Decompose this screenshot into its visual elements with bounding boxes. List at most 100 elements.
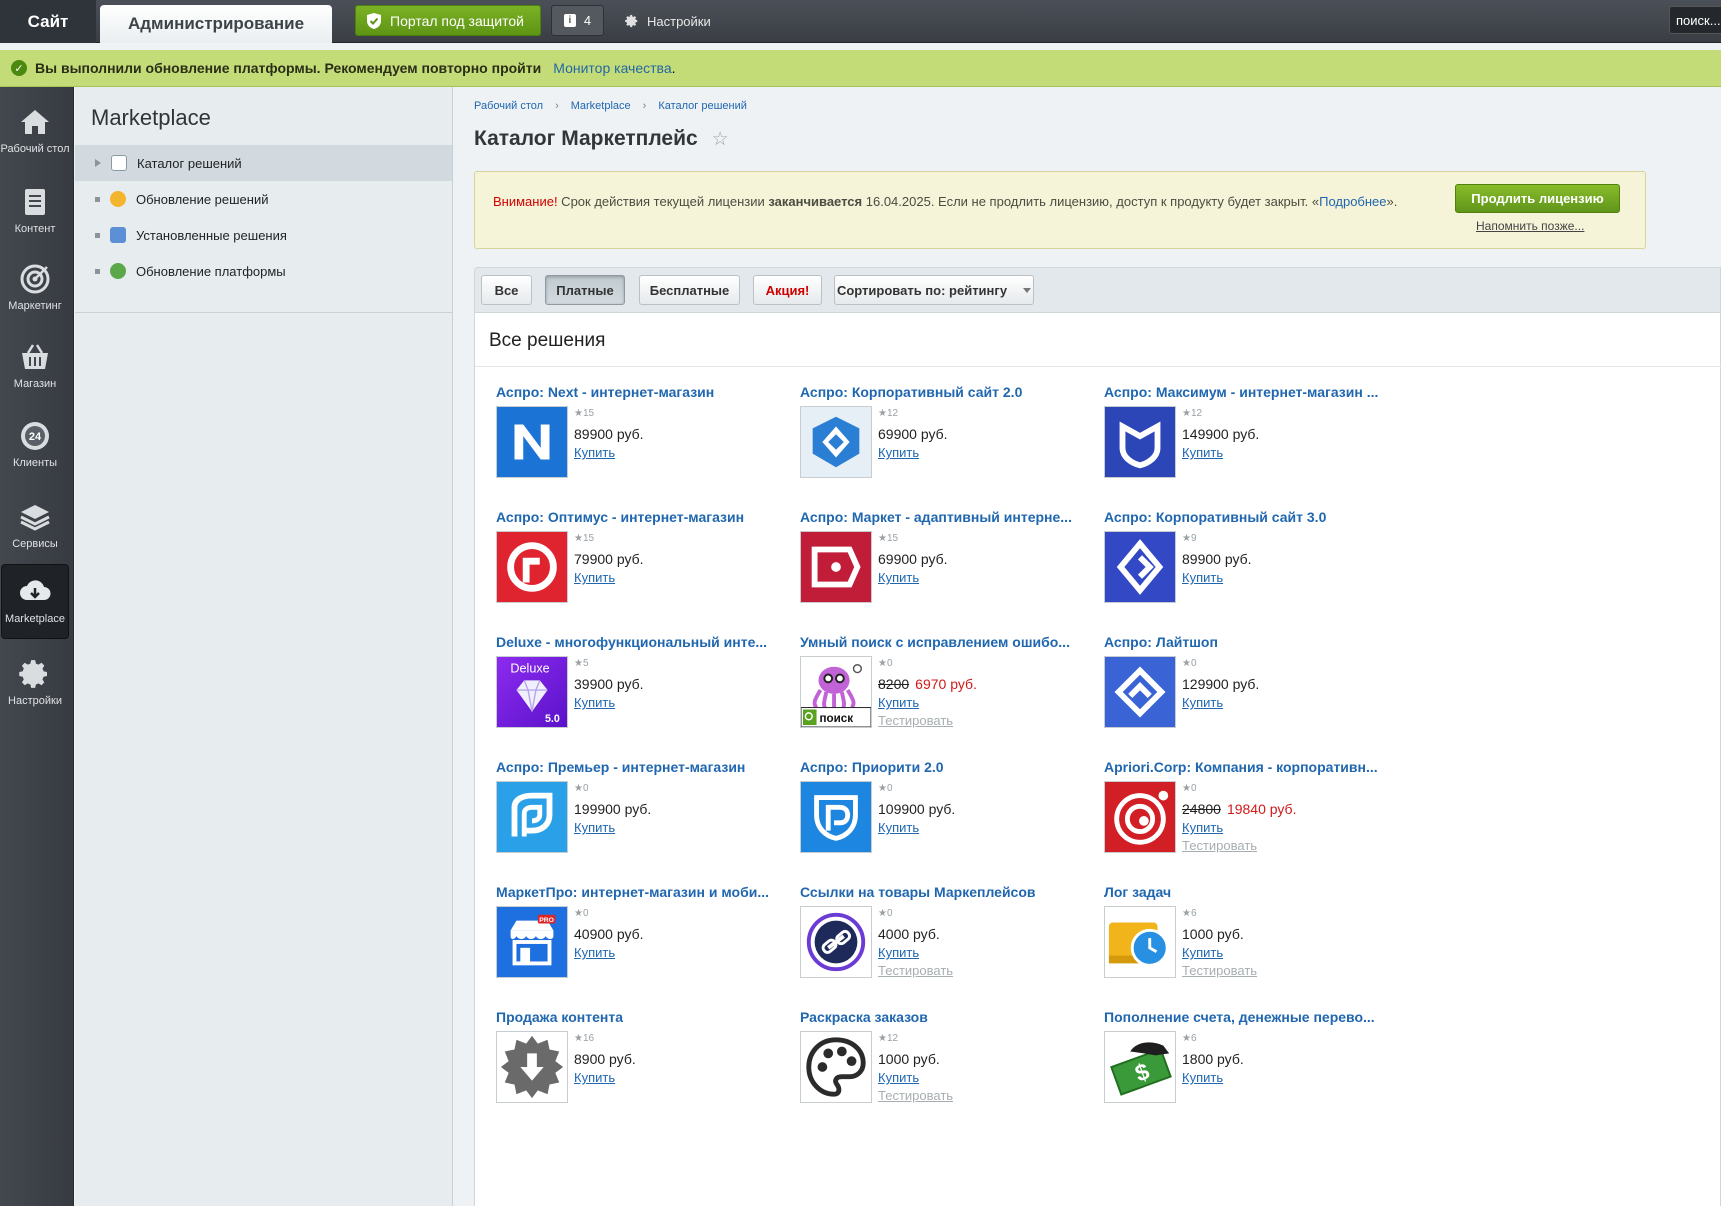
search-input[interactable]: поиск... [1669, 6, 1721, 34]
notifications-button[interactable]: i 4 [551, 5, 604, 36]
settings-top-link[interactable]: Настройки [625, 10, 711, 32]
test-link[interactable]: Тестировать [1182, 838, 1257, 853]
product-title-link[interactable]: Аспро: Приорити 2.0 [800, 759, 1090, 775]
buy-link[interactable]: Купить [574, 945, 615, 960]
test-link[interactable]: Тестировать [1182, 963, 1257, 978]
product-title-link[interactable]: Аспро: Корпоративный сайт 3.0 [1104, 509, 1394, 525]
marketpro-shop-icon[interactable]: PRO [496, 906, 568, 978]
product-title-link[interactable]: Раскраска заказов [800, 1009, 1090, 1025]
buy-link[interactable]: Купить [1182, 1070, 1223, 1085]
palette-icon[interactable] [800, 1031, 872, 1103]
submenu-item-updates[interactable]: Обновление решений [75, 181, 452, 217]
submenu-item-installed[interactable]: Установленные решения [75, 217, 452, 253]
product-rating: ★0 [878, 783, 893, 794]
product-title-link[interactable]: Аспро: Корпоративный сайт 2.0 [800, 384, 1090, 400]
breadcrumb-catalog[interactable]: Каталог решений [658, 100, 747, 112]
aspro-optimus-icon[interactable] [496, 531, 568, 603]
aspro-market-icon[interactable] [800, 531, 872, 603]
product-title-link[interactable]: Deluxe - многофункциональный инте... [496, 634, 786, 650]
product-title-link[interactable]: Умный поиск с исправлением ошибо... [800, 634, 1090, 650]
buy-link[interactable]: Купить [574, 695, 615, 710]
aspro-corp3-icon[interactable] [1104, 531, 1176, 603]
sort-dropdown[interactable]: Сортировать по: рейтингу [834, 275, 1034, 305]
aspro-next-icon[interactable] [496, 406, 568, 478]
filter-promo-button[interactable]: Акция! [753, 275, 822, 305]
breadcrumb-marketplace[interactable]: Marketplace [571, 100, 631, 112]
product-title-link[interactable]: Аспро: Лайтшоп [1104, 634, 1394, 650]
buy-link[interactable]: Купить [574, 820, 615, 835]
product-price: 89900 руб. [574, 426, 644, 442]
deluxe-diamond-icon[interactable]: Deluxe 5.0 [496, 656, 568, 728]
quality-monitor-link[interactable]: Монитор качества [553, 60, 671, 76]
breadcrumb-separator: › [642, 100, 647, 112]
site-tab[interactable]: Сайт [0, 0, 96, 43]
update-solutions-icon [110, 191, 126, 207]
filter-free-button[interactable]: Бесплатные [639, 275, 740, 305]
menu-shop[interactable]: Магазин [0, 330, 70, 405]
product-title-link[interactable]: Apriori.Corp: Компания - корпоративн... [1104, 759, 1394, 775]
remind-later-link[interactable]: Напомнить позже... [1476, 219, 1584, 233]
link-chain-icon[interactable] [800, 906, 872, 978]
breadcrumb-desktop[interactable]: Рабочий стол [474, 100, 543, 112]
product-title-link[interactable]: Аспро: Максимум - интернет-магазин ... [1104, 384, 1394, 400]
submenu-panel: Marketplace Каталог решений Обновление р… [75, 87, 453, 1206]
buy-link[interactable]: Купить [1182, 820, 1223, 835]
aspro-lightshop-icon[interactable] [1104, 656, 1176, 728]
buy-link[interactable]: Купить [574, 570, 615, 585]
buy-link[interactable]: Купить [878, 445, 919, 460]
menu-clients[interactable]: 24 Клиенты [0, 409, 70, 484]
product-title-link[interactable]: Продажа контента [496, 1009, 786, 1025]
aspro-premier-icon[interactable] [496, 781, 568, 853]
menu-settings[interactable]: Настройки [0, 647, 70, 722]
product-rating: ★9 [1182, 533, 1197, 544]
test-link[interactable]: Тестировать [878, 1088, 953, 1103]
buy-link[interactable]: Купить [574, 1070, 615, 1085]
target-icon [18, 262, 52, 296]
menu-marketing[interactable]: Маркетинг [0, 252, 70, 327]
menu-services[interactable]: Сервисы [0, 490, 70, 565]
product-title-link[interactable]: Аспро: Маркет - адаптивный интерне... [800, 509, 1090, 525]
octopus-search-icon[interactable]: поиск [800, 656, 872, 728]
product-title-link[interactable]: Аспро: Next - интернет-магазин [496, 384, 786, 400]
test-link[interactable]: Тестировать [878, 963, 953, 978]
buy-link[interactable]: Купить [1182, 945, 1223, 960]
renew-license-button[interactable]: Продлить лицензию [1455, 184, 1620, 213]
submenu-item-catalog[interactable]: Каталог решений [75, 145, 452, 181]
buy-link[interactable]: Купить [878, 1070, 919, 1085]
chevron-down-icon [1023, 287, 1032, 293]
product-title-link[interactable]: Ссылки на товары Маркеплейсов [800, 884, 1090, 900]
product-title-link[interactable]: Лог задач [1104, 884, 1394, 900]
buy-link[interactable]: Купить [1182, 445, 1223, 460]
submenu-divider [75, 312, 452, 313]
buy-link[interactable]: Купить [1182, 695, 1223, 710]
product-title-link[interactable]: Пополнение счета, денежные перево... [1104, 1009, 1394, 1025]
filter-paid-button[interactable]: Платные [545, 275, 625, 305]
menu-marketplace[interactable]: Marketplace [1, 564, 69, 639]
license-more-link[interactable]: Подробнее [1319, 194, 1386, 209]
admin-tab[interactable]: Администрирование [100, 5, 332, 43]
apriori-icon[interactable] [1104, 781, 1176, 853]
portal-secure-button[interactable]: Портал под защитой [355, 5, 541, 36]
product-title-link[interactable]: Аспро: Оптимус - интернет-магазин [496, 509, 786, 525]
menu-desktop[interactable]: Рабочий стол [0, 95, 70, 170]
test-link[interactable]: Тестировать [878, 713, 953, 728]
product-title-link[interactable]: Аспро: Премьер - интернет-магазин [496, 759, 786, 775]
buy-link[interactable]: Купить [878, 695, 919, 710]
menu-content[interactable]: Контент [0, 175, 70, 250]
buy-link[interactable]: Купить [878, 945, 919, 960]
submenu-item-platform[interactable]: Обновление платформы [75, 253, 452, 289]
money-hand-icon[interactable]: $ [1104, 1031, 1176, 1103]
favorite-star-icon[interactable]: ☆ [712, 128, 729, 151]
buy-link[interactable]: Купить [878, 820, 919, 835]
task-log-clock-icon[interactable] [1104, 906, 1176, 978]
product-title-link[interactable]: МаркетПро: интернет-магазин и моби... [496, 884, 786, 900]
aspro-priority-icon[interactable] [800, 781, 872, 853]
buy-link[interactable]: Купить [1182, 570, 1223, 585]
buy-link[interactable]: Купить [574, 445, 615, 460]
catalog-icon [111, 155, 127, 171]
aspro-max-icon[interactable] [1104, 406, 1176, 478]
download-badge-icon[interactable] [496, 1031, 568, 1103]
buy-link[interactable]: Купить [878, 570, 919, 585]
filter-all-button[interactable]: Все [481, 275, 532, 305]
aspro-corp2-icon[interactable] [800, 406, 872, 478]
